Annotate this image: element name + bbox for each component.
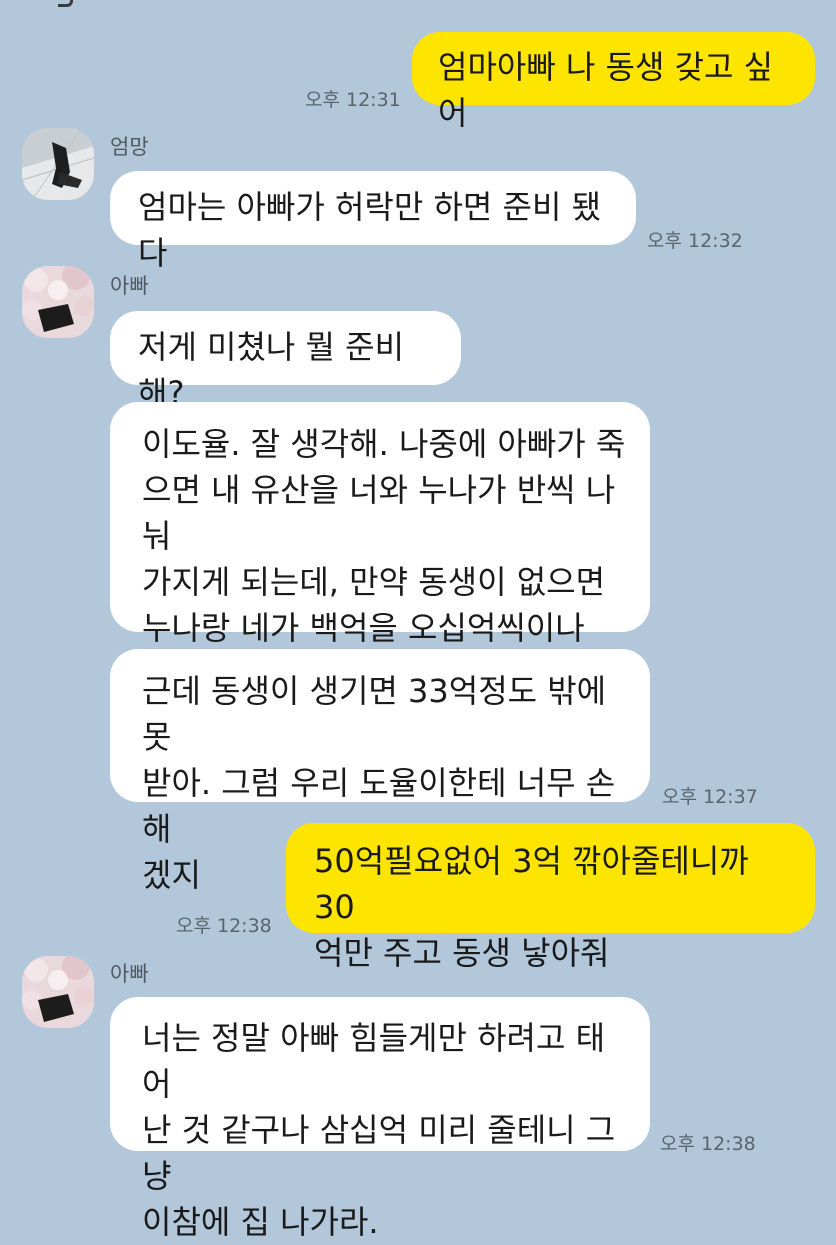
message-timestamp: 오후 12:38 (660, 1133, 756, 1155)
received-message-bubble[interactable]: 근데 동생이 생기면 33억정도 밖에 못 받아. 그럼 우리 도율이한테 너무… (110, 649, 650, 894)
received-message-bubble[interactable]: 너는 정말 아빠 힘들게만 하려고 태어 난 것 같구나 삼십억 미리 줄테니 … (110, 997, 650, 1241)
profile-photo-mom-icon (22, 128, 94, 200)
received-message-bubble[interactable]: 이도율. 잘 생각해. 나중에 아빠가 죽 으면 내 유산을 너와 누나가 반씩… (110, 402, 650, 693)
sent-message-bubble[interactable]: 50억필요없어 3억 깎아줄테니까 30 억만 주고 동생 낳아줘 (286, 823, 815, 972)
message-timestamp: 오후 12:32 (647, 230, 743, 252)
received-message-bubble[interactable]: 엄마는 아빠가 허락만 하면 준비 됐다 (110, 171, 636, 272)
profile-photo-dad-icon (22, 266, 94, 338)
message-timestamp: 오후 12:37 (662, 786, 758, 808)
message-timestamp: 오후 12:31 (305, 89, 401, 111)
sender-name: 엄망 (110, 135, 149, 159)
message-timestamp: 오후 12:38 (176, 915, 272, 937)
profile-photo-dad-icon (22, 956, 94, 1028)
sender-name: 아빠 (110, 962, 149, 986)
avatar[interactable] (22, 128, 94, 200)
sent-message-bubble[interactable]: 엄마아빠 나 동생 갖고 싶어 (412, 32, 815, 132)
avatar[interactable] (22, 956, 94, 1028)
scroll-edge-icon (58, 0, 73, 7)
received-message-bubble[interactable]: 저게 미쳤나 뭘 준비해? (110, 311, 461, 412)
sender-name: 아빠 (110, 274, 149, 298)
avatar[interactable] (22, 266, 94, 338)
